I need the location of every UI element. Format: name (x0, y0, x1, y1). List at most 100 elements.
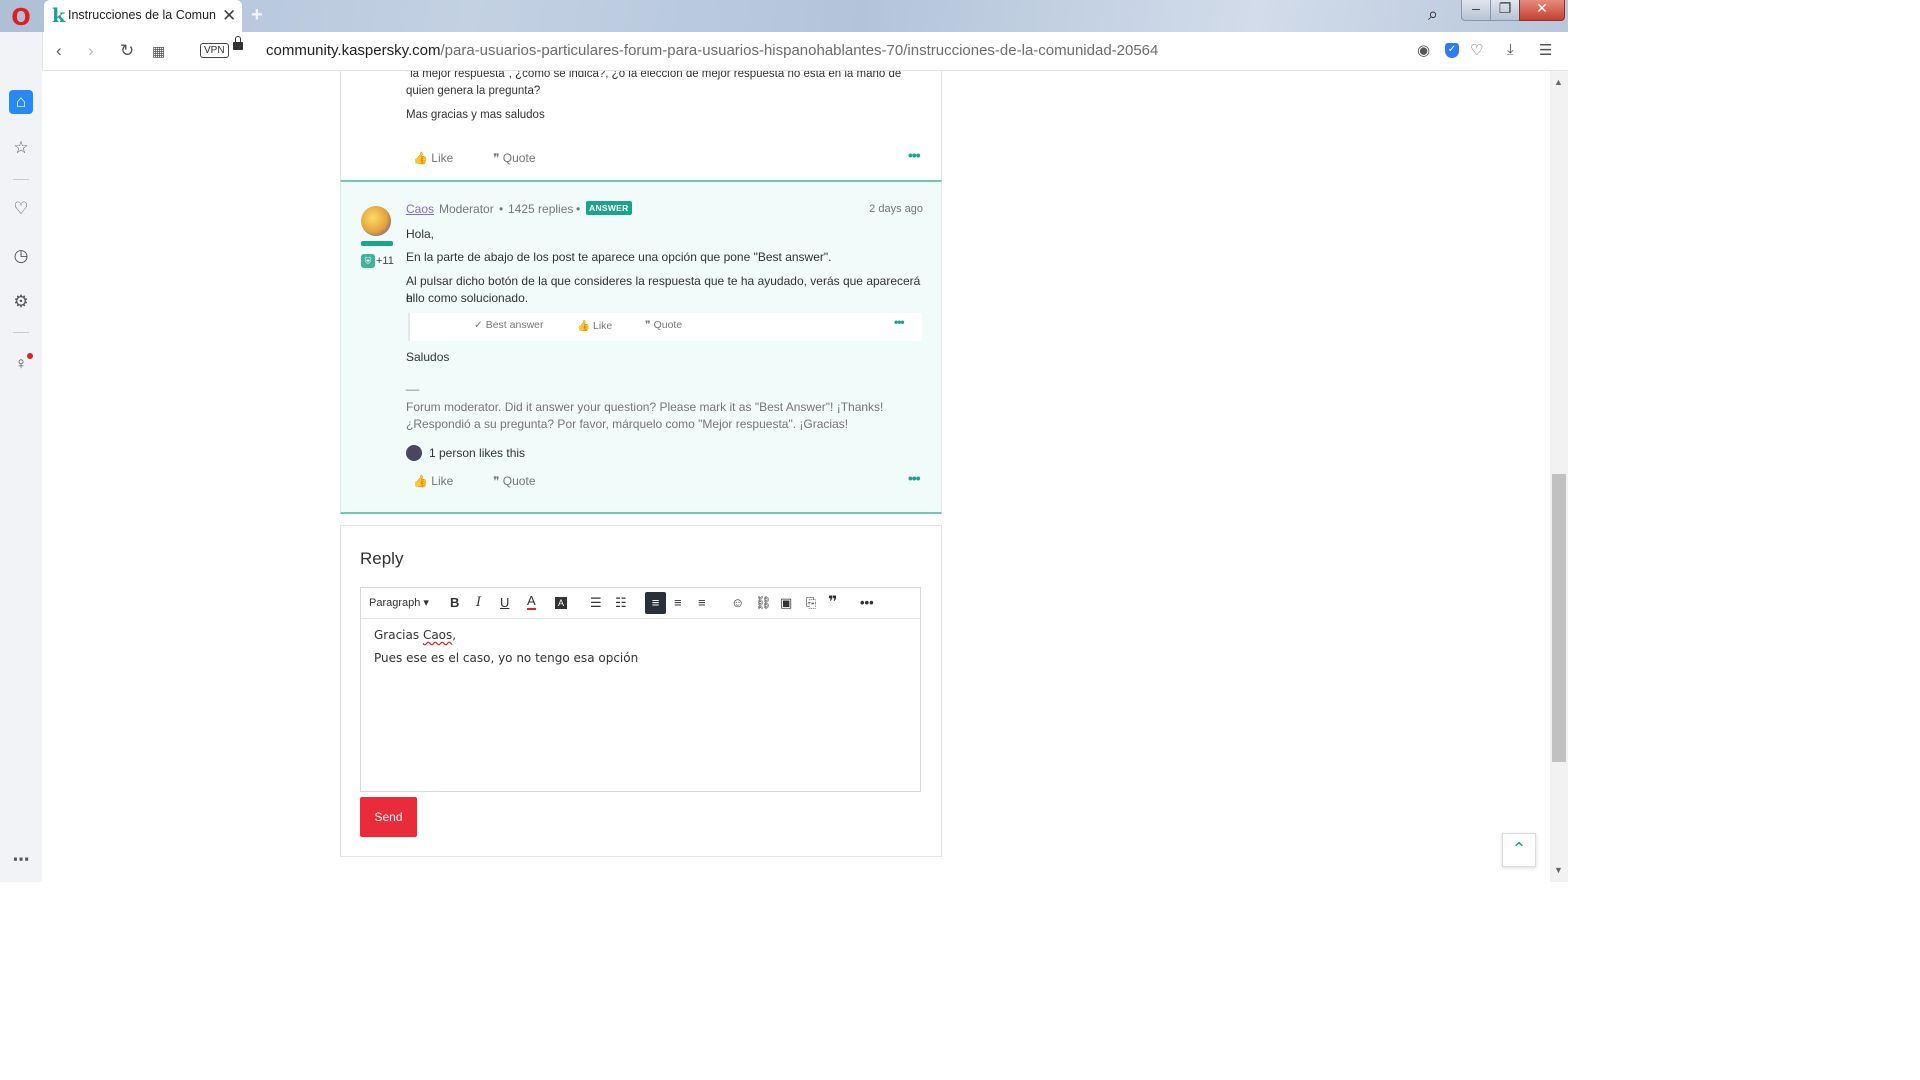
more-icon[interactable]: ⋯ (9, 848, 33, 872)
quote-button[interactable]: ❞ Quote (493, 151, 536, 165)
opera-sidebar: ⌂ ☆ ♡ ◷ ⚙ ♀ ⋯ (0, 32, 43, 882)
avatar[interactable] (361, 206, 391, 236)
reload-icon[interactable]: ↻ (120, 41, 134, 61)
web-page: "la mejor respuesta", ¿como se indica?, … (42, 71, 1550, 882)
scroll-to-top-button[interactable]: ⌃ (1502, 833, 1536, 867)
paragraph-select-label: Paragraph (369, 597, 421, 609)
tab-bar: O k Instrucciones de la Comuni ✕ + ⌕ – ❐… (0, 0, 1568, 32)
signature-separator: __ (406, 377, 420, 391)
scroll-down-arrow[interactable]: ▼ (1554, 865, 1563, 875)
like-label: Like (431, 151, 454, 165)
post-text: "la mejor respuesta", ¿como se indica?, … (406, 71, 902, 80)
editor-text: Gracias (374, 628, 423, 642)
paragraph-select[interactable]: Paragraph ▾ (369, 594, 429, 612)
download-icon[interactable]: ⤓ (1507, 41, 1514, 58)
post-text: En la parte de abajo de los post te apar… (406, 250, 832, 264)
editor-line: Gracias Caos, (374, 628, 638, 642)
rank-bar (361, 241, 393, 246)
more-options-icon[interactable]: ••• (908, 147, 921, 163)
more-options-icon: ••• (894, 315, 905, 329)
opera-logo[interactable]: O (10, 7, 32, 30)
author-role: Moderator (439, 202, 494, 216)
bullet-list-icon[interactable]: ☰ (590, 594, 602, 612)
heart-icon[interactable]: ♡ (1470, 41, 1483, 59)
badge-count: +11 (376, 255, 394, 267)
lock-icon[interactable] (233, 36, 243, 50)
post-text: Mas gracias y mas saludos (406, 109, 545, 121)
link-icon[interactable]: ⛓ (755, 594, 772, 612)
home-icon[interactable]: ⌂ (9, 90, 33, 114)
history-icon[interactable]: ◷ (9, 244, 33, 268)
like-button[interactable]: 👍 Like (413, 151, 453, 165)
underline-icon[interactable]: U (500, 594, 509, 612)
italic-icon[interactable]: I (476, 594, 481, 612)
star-icon[interactable]: ☆ (9, 136, 33, 160)
quote-label: Quote (502, 474, 536, 488)
embedded-screenshot: ✓ Best answer 👍 Like ❞ Quote ••• (408, 313, 922, 341)
editor-line: Pues ese es el caso, yo no tengo esa opc… (374, 651, 639, 665)
reply-count: 1425 replies (508, 202, 574, 216)
browser-tab[interactable]: k Instrucciones de la Comuni ✕ (44, 0, 242, 32)
liker-avatar[interactable] (406, 445, 422, 461)
easy-setup-icon[interactable]: ☰ (1539, 41, 1552, 59)
reply-section: Reply Paragraph ▾ B I U A A ☰ ☷ ≡ ≡ ≡ ☺ … (340, 525, 942, 857)
back-icon[interactable]: ‹ (56, 41, 62, 61)
like-button: 👍 Like (577, 320, 613, 332)
text-color-icon[interactable]: A (527, 594, 536, 610)
meta-separator: • (576, 202, 581, 216)
badge-icon[interactable]: ⛨ (361, 254, 375, 268)
editor-content[interactable]: Gracias Caos, Pues ese es el caso, yo no… (374, 628, 638, 674)
bold-icon[interactable]: B (450, 594, 459, 612)
post-time: 2 days ago (869, 203, 923, 215)
align-left-icon[interactable]: ≡ (645, 592, 666, 614)
vpn-badge[interactable]: VPN (200, 43, 229, 58)
blockquote-icon[interactable]: ❞ (828, 594, 837, 612)
url-path: /para-usuarios-particulares-forum-para-u… (440, 42, 1159, 59)
reply-editor[interactable]: Paragraph ▾ B I U A A ☰ ☷ ≡ ≡ ≡ ☺ ⛓ ▣ ⎘ … (360, 587, 921, 792)
more-tools-icon[interactable]: ••• (860, 594, 874, 612)
quote-label: Quote (653, 319, 683, 331)
signature: Forum moderator. Did it answer your ques… (406, 400, 884, 414)
url-field[interactable]: community.kaspersky.com/para-usuarios-pa… (266, 42, 1158, 59)
image-icon[interactable]: ▣ (780, 594, 792, 612)
highlight-icon[interactable]: A (555, 597, 567, 609)
attachment-icon[interactable]: ⎘ (806, 594, 816, 612)
emoji-icon[interactable]: ☺ (731, 594, 744, 612)
best-answer-button: ✓ Best answer (474, 319, 544, 331)
like-label: Like (593, 320, 613, 332)
maximize-button[interactable]: ❐ (1490, 0, 1520, 21)
heart-icon[interactable]: ♡ (9, 197, 33, 221)
align-right-icon[interactable]: ≡ (698, 594, 706, 612)
send-button[interactable]: Send (360, 797, 417, 837)
sidebar-divider (13, 179, 29, 180)
close-window-button[interactable]: ✕ (1519, 0, 1565, 21)
new-tab-icon[interactable]: + (251, 4, 263, 27)
post-text: Saludos (406, 350, 450, 364)
align-center-icon[interactable]: ≡ (674, 594, 682, 612)
like-button[interactable]: 👍 Like (413, 474, 453, 488)
quote-button[interactable]: ❞ Quote (493, 474, 536, 488)
post-text: hilo como solucionado. (406, 291, 529, 305)
camera-icon[interactable]: ◉ (1417, 41, 1430, 59)
quote-button: ❞ Quote (645, 319, 683, 331)
adblock-shield-icon[interactable]: ✓ (1445, 43, 1459, 58)
best-answer-label: Best answer (485, 319, 544, 331)
editor-toolbar: Paragraph ▾ B I U A A ☰ ☷ ≡ ≡ ≡ ☺ ⛓ ▣ ⎘ … (361, 588, 920, 619)
tabs-grid-icon[interactable]: ▦ (152, 43, 165, 60)
tab-search-icon[interactable]: ⌕ (1428, 4, 1438, 25)
close-tab-icon[interactable]: ✕ (222, 6, 236, 26)
forward-icon[interactable]: › (88, 41, 94, 61)
sidebar-divider (13, 332, 29, 333)
likes-count-link[interactable]: 1 person likes this (429, 446, 525, 460)
settings-gear-icon[interactable]: ⚙ (9, 290, 33, 314)
minimize-button[interactable]: – (1461, 0, 1491, 21)
kaspersky-favicon: k (52, 5, 66, 27)
numbered-list-icon[interactable]: ☷ (615, 594, 627, 612)
post-text: quien genera la pregunta? (406, 85, 541, 97)
more-options-icon[interactable]: ••• (908, 470, 921, 486)
tab-title: Instrucciones de la Comuni (68, 8, 216, 22)
scroll-up-arrow[interactable]: ▲ (1554, 77, 1563, 87)
scrollbar-thumb[interactable] (1552, 474, 1566, 762)
author-link[interactable]: Caos (406, 202, 434, 216)
misspelled-word: Caos (422, 628, 453, 642)
